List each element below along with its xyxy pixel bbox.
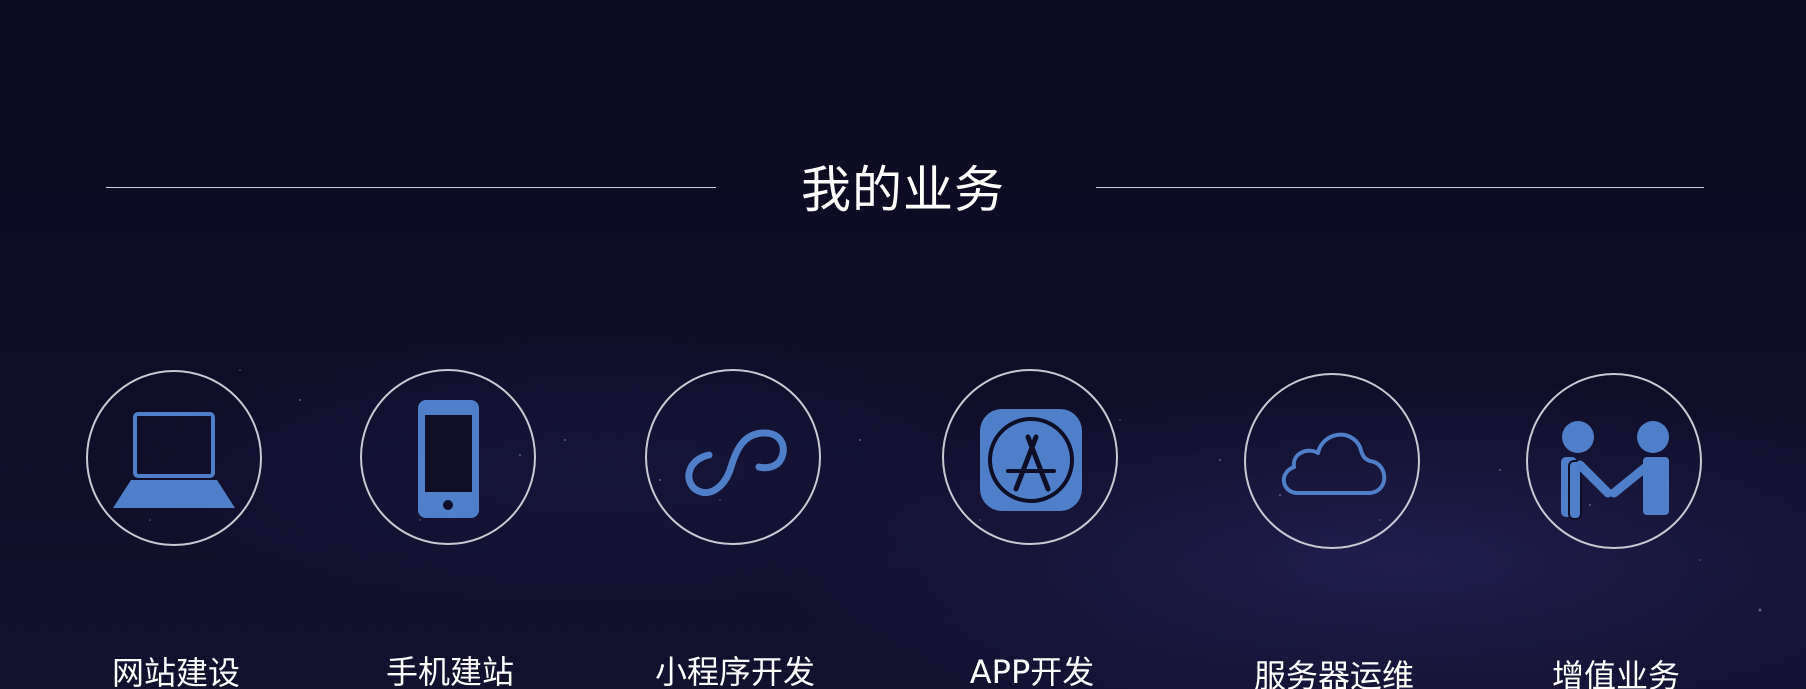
service-value-added[interactable]: 增值业务 <box>1521 373 1711 689</box>
service-icon-circle <box>645 369 821 545</box>
mini-program-icon <box>685 429 787 497</box>
title-divider-right <box>1096 187 1704 188</box>
cloud-icon <box>1282 432 1387 495</box>
app-store-icon <box>980 409 1082 511</box>
service-label: 小程序开发 <box>654 653 815 689</box>
page-title: 我的业务 <box>801 161 1005 219</box>
laptop-icon <box>113 412 235 508</box>
service-icon-circle <box>942 369 1118 545</box>
section-header: 我的业务 <box>0 150 1806 230</box>
service-icon-circle <box>360 369 536 545</box>
service-server-ops[interactable]: 服务器运维 <box>1239 373 1429 689</box>
service-mobile-site[interactable]: 手机建站 <box>355 369 545 689</box>
smartphone-icon <box>418 400 479 518</box>
service-label: 网站建设 <box>111 654 240 689</box>
service-label: APP开发 <box>969 653 1095 689</box>
service-label: 增值业务 <box>1551 657 1680 689</box>
service-icon-circle <box>86 370 262 546</box>
service-label: 服务器运维 <box>1253 657 1414 689</box>
service-mini-program[interactable]: 小程序开发 <box>640 369 830 689</box>
service-icon-circle <box>1244 373 1420 549</box>
handshake-icon <box>1561 421 1669 520</box>
service-app-dev[interactable]: APP开发 <box>937 369 1127 689</box>
service-website[interactable]: 网站建设 <box>81 370 271 689</box>
service-label: 手机建站 <box>385 653 514 689</box>
service-icon-circle <box>1526 373 1702 549</box>
